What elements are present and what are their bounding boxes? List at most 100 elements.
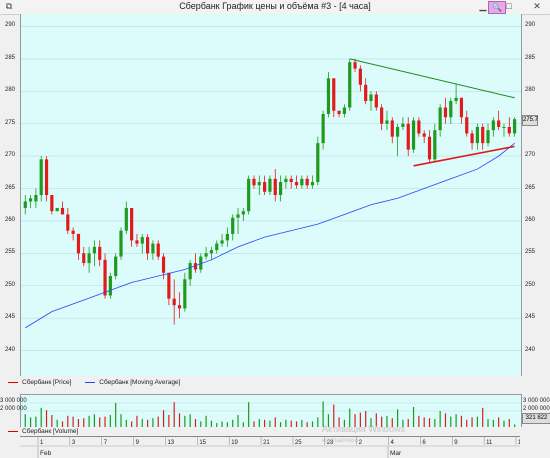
minimize-icon[interactable]: ▁ [476, 1, 490, 12]
candle-body [231, 217, 235, 234]
candle-body [39, 159, 43, 195]
time-tick-label: 6 [422, 440, 426, 446]
candle-body [209, 250, 214, 254]
candle-body [411, 120, 416, 150]
candle-body [454, 97, 458, 102]
price-tick-label-left: 260 [5, 216, 16, 223]
month-label: Mar [390, 450, 402, 457]
price-tick-label-right: 260 [525, 216, 536, 223]
price-tick-label-left: 245 [5, 314, 16, 321]
price-chart-area[interactable] [20, 14, 522, 376]
candle-body [188, 263, 192, 280]
time-tick-label: 13 [518, 440, 520, 446]
candle-body [443, 107, 448, 118]
price-tick-label-left: 240 [5, 346, 16, 353]
volume-chart-area[interactable] [20, 394, 522, 427]
time-tick-label: 3 [72, 440, 76, 446]
candle-body [23, 201, 27, 208]
candle-body [124, 207, 128, 231]
time-tick-label: 9 [136, 440, 140, 446]
candle-body [358, 68, 362, 85]
candle-body [44, 159, 49, 195]
candle-body [278, 182, 283, 195]
time-tick-label: 4 [391, 440, 395, 446]
candle-body [55, 207, 59, 212]
candle-body [348, 62, 352, 108]
time-axis-svg: 137913151921252824691113FebMar [20, 437, 520, 458]
ma-legend-swatch [85, 381, 96, 383]
candle-body [449, 101, 453, 118]
candle-body [513, 119, 517, 134]
candle-body [71, 230, 75, 234]
candle-body [119, 230, 123, 257]
candle-body [475, 126, 479, 144]
candle-body [481, 126, 485, 144]
candle-body [502, 126, 506, 128]
volume-legend-swatch [8, 430, 18, 432]
maximize-icon[interactable]: □ [502, 1, 516, 12]
price-tick-label-left: 270 [5, 152, 16, 159]
close-icon[interactable]: ✕ [530, 1, 544, 12]
volume-tick-label-left: 3 000 000 [0, 398, 27, 404]
candle-body [289, 178, 293, 183]
price-tick-label-right: 245 [525, 314, 536, 321]
candle-body [66, 214, 70, 231]
candle-body [491, 120, 495, 131]
candle-body [247, 178, 251, 212]
watermark-line2: компьютера. [322, 437, 361, 444]
volume-tick-label-left: 2 000 000 [0, 406, 27, 412]
price-tick-label-right: 255 [525, 249, 536, 256]
price-tick-label-right: 265 [525, 184, 536, 191]
candle-body [108, 276, 112, 296]
time-tick-label: 15 [199, 440, 206, 446]
price-legend-swatch [8, 381, 18, 383]
candle-body [300, 178, 304, 186]
watermark-line1: Активация Windows [322, 424, 405, 434]
candle-body [225, 233, 229, 241]
time-tick-label: 25 [295, 440, 302, 446]
candle-body [98, 246, 102, 260]
candle-body [252, 178, 256, 186]
candle-body [183, 279, 187, 309]
candle-body [284, 178, 288, 183]
time-axis: 137913151921252824691113FebMar [20, 436, 520, 458]
candle-body [310, 182, 315, 186]
volume-legend-label: Сбербанк [Volume] [22, 428, 79, 435]
window-title: Сбербанк График цены и объёма #3 - [4 ча… [179, 1, 371, 11]
candle-body [374, 94, 378, 108]
price-tick-label-right: 270 [525, 152, 536, 159]
volume-legend: Сбербанк [Volume] [8, 428, 78, 435]
price-tick-label-right: 280 [525, 87, 536, 94]
candle-body [470, 133, 474, 144]
volume-tick-label-right: 2 000 000 [523, 406, 550, 412]
price-tick-label-left: 255 [5, 249, 16, 256]
candle-body [342, 107, 346, 114]
time-tick-label: 9 [454, 440, 458, 446]
candle-body [326, 78, 331, 114]
time-tick-label: 13 [167, 440, 174, 446]
candle-body [114, 256, 118, 277]
candle-body [236, 214, 240, 218]
candle-body [130, 207, 134, 241]
volume-chart-svg [21, 401, 521, 427]
price-tick-label-left: 290 [5, 22, 16, 29]
candle-body [82, 253, 86, 264]
price-tick-label-right: 285 [525, 54, 536, 61]
last-volume-tag: 321 822 [522, 413, 550, 424]
candle-body [401, 123, 405, 127]
candle-body [50, 195, 54, 212]
candle-body [60, 207, 65, 215]
candle-body [177, 305, 182, 309]
month-label: Feb [40, 450, 52, 457]
price-legend: Сбербанк [Price] Сбербанк [Moving Averag… [8, 379, 180, 386]
candle-body [321, 113, 325, 144]
candle-body [76, 233, 81, 254]
price-tick-label-left: 265 [5, 184, 16, 191]
candle-body [427, 136, 432, 160]
candle-body [417, 120, 421, 134]
candle-body [486, 130, 490, 144]
candle-body [135, 240, 139, 244]
candle-body [422, 133, 426, 137]
candle-body [507, 126, 511, 134]
price-tick-label-left: 285 [5, 54, 16, 61]
